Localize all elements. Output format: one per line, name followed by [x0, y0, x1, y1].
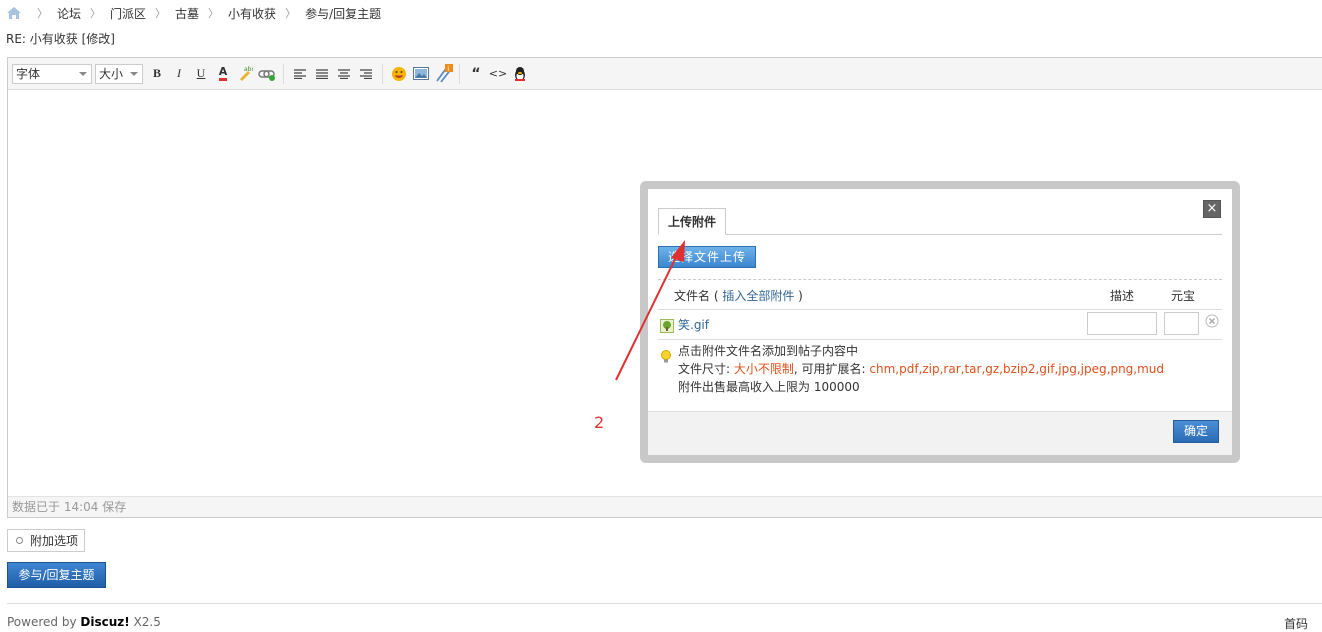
align-center-button[interactable]	[334, 64, 354, 84]
size-select-label: 大小	[99, 67, 124, 81]
underline-button[interactable]: U	[191, 64, 211, 84]
tab-divider	[658, 234, 1222, 235]
breadcrumb-item-section[interactable]: 门派区	[110, 5, 146, 22]
italic-icon: I	[177, 66, 181, 80]
thread-title: RE: 小有收获 [修改]	[6, 32, 115, 46]
image-file-icon	[660, 319, 674, 333]
attachment-file-link[interactable]: 笑.gif	[678, 316, 709, 333]
tab-upload-attachment[interactable]: 上传附件	[658, 208, 726, 235]
close-icon[interactable]: ×	[1203, 200, 1221, 218]
qq-button[interactable]	[510, 64, 530, 84]
powered-by: Powered by Discuz! X2.5	[7, 615, 161, 629]
toolbar-divider	[382, 63, 383, 84]
footer-divider	[7, 603, 1322, 604]
home-icon[interactable]	[6, 6, 22, 20]
tip-sale-limit: 附件出售最高收入上限为 100000	[678, 380, 860, 394]
tip-file-size: 文件尺寸: 大小不限制, 可用扩展名: chm,pdf,zip,rar,tar,…	[678, 360, 1164, 377]
breadcrumb-item-thread[interactable]: 小有收获	[228, 5, 276, 22]
breadcrumb-item-current: 参与/回复主题	[305, 6, 382, 21]
upload-dialog: 上传附件 × 选择文件上传 文件名 ( 插入全部附件 ) 描述 元宝 笑.gif…	[648, 189, 1232, 455]
svg-text:i: i	[447, 65, 449, 73]
image-button[interactable]	[411, 64, 431, 84]
column-description: 描述	[1110, 289, 1135, 303]
column-filename-label: 文件名 (	[674, 289, 719, 303]
link-icon	[258, 69, 275, 81]
image-icon	[413, 67, 429, 80]
attachment-description-input[interactable]	[1087, 312, 1157, 335]
underline-icon: U	[196, 66, 206, 80]
bold-button[interactable]: B	[147, 64, 167, 84]
column-filename: 文件名 ( 插入全部附件 )	[674, 287, 803, 304]
table-divider	[658, 339, 1222, 340]
insert-all-attachments-link[interactable]: 插入全部附件	[722, 289, 794, 303]
size-select[interactable]: 大小	[95, 63, 143, 84]
align-right-button[interactable]	[356, 64, 376, 84]
attachment-button[interactable]: i	[433, 63, 453, 84]
align-justify-button[interactable]	[312, 64, 332, 84]
submit-reply-button[interactable]: 参与/回复主题	[7, 562, 106, 588]
breadcrumb-separator: 〉	[285, 7, 297, 20]
tip-insert-hint: 点击附件文件名添加到帖子内容中	[678, 344, 859, 358]
tip-size-value: 大小不限制	[733, 362, 794, 376]
font-select[interactable]: 字体	[12, 63, 92, 84]
breadcrumb: 〉 论坛 〉 门派区 〉 古墓 〉 小有收获 〉 参与/回复主题	[6, 4, 381, 22]
extra-options-button[interactable]: 附加选项	[7, 529, 85, 552]
bold-icon: B	[152, 66, 161, 80]
tip-ext-value: chm,pdf,zip,rar,tar,gz,bzip2,gif,jpg,jpe…	[869, 362, 1165, 376]
upload-dialog-frame: 上传附件 × 选择文件上传 文件名 ( 插入全部附件 ) 描述 元宝 笑.gif…	[640, 181, 1240, 463]
tip-ext-label: , 可用扩展名:	[793, 362, 870, 376]
breadcrumb-separator: 〉	[155, 7, 167, 20]
tip-size-label: 文件尺寸:	[678, 362, 734, 376]
toolbar-divider	[459, 63, 460, 84]
link-button[interactable]	[257, 64, 277, 84]
smiley-button[interactable]	[389, 64, 409, 84]
svg-text:abc: abc	[244, 66, 253, 73]
smiley-icon	[392, 66, 406, 81]
align-left-button[interactable]	[290, 64, 310, 84]
dashed-divider	[658, 279, 1222, 280]
chevron-down-icon	[79, 71, 87, 76]
attachment-price-input[interactable]	[1164, 312, 1199, 335]
toolbar-divider	[283, 63, 284, 84]
code-icon: <>	[488, 67, 508, 80]
editor-toolbar: 字体 大小 B I U A abc	[8, 58, 1322, 90]
font-select-label: 字体	[16, 67, 41, 81]
confirm-button[interactable]: 确定	[1173, 420, 1219, 443]
quote-icon: “	[471, 65, 481, 82]
align-center-icon	[338, 68, 350, 79]
lightbulb-icon	[661, 350, 671, 363]
dialog-footer: 确定	[648, 411, 1232, 455]
font-color-button[interactable]: A	[213, 64, 233, 84]
circle-icon	[16, 537, 23, 544]
align-left-icon	[294, 68, 306, 79]
extra-options-label: 附加选项	[30, 534, 79, 548]
highlight-button[interactable]: abc	[235, 64, 255, 84]
editor-status-bar: 数据已于 14:04 保存	[8, 496, 1322, 517]
powered-brand[interactable]: Discuz!	[80, 615, 129, 629]
powered-version: X2.5	[129, 615, 161, 629]
breadcrumb-item-forum[interactable]: 论坛	[57, 5, 81, 22]
column-filename-close: )	[798, 289, 803, 303]
qq-penguin-icon	[515, 66, 525, 81]
font-color-icon: A	[218, 66, 228, 81]
table-divider	[658, 309, 1222, 310]
breadcrumb-separator: 〉	[90, 7, 102, 20]
breadcrumb-separator: 〉	[37, 7, 48, 20]
paperclip-icon: i	[436, 63, 453, 83]
breadcrumb-item-board[interactable]: 古墓	[175, 5, 199, 22]
quote-button[interactable]: “	[466, 64, 486, 84]
annotation-number: 2	[594, 413, 605, 432]
italic-button[interactable]: I	[169, 64, 189, 84]
remove-attachment-icon[interactable]	[1205, 314, 1219, 328]
breadcrumb-separator: 〉	[208, 7, 220, 20]
select-file-upload-button[interactable]: 选择文件上传	[658, 246, 756, 268]
footer-right-link[interactable]: 首码	[1284, 615, 1308, 632]
chevron-down-icon	[130, 71, 138, 76]
code-button[interactable]: <>	[488, 64, 508, 84]
highlight-icon: abc	[240, 66, 253, 81]
column-price: 元宝	[1171, 289, 1196, 303]
powered-prefix: Powered by	[7, 615, 81, 629]
align-justify-icon	[316, 68, 328, 79]
align-right-icon	[360, 68, 372, 79]
